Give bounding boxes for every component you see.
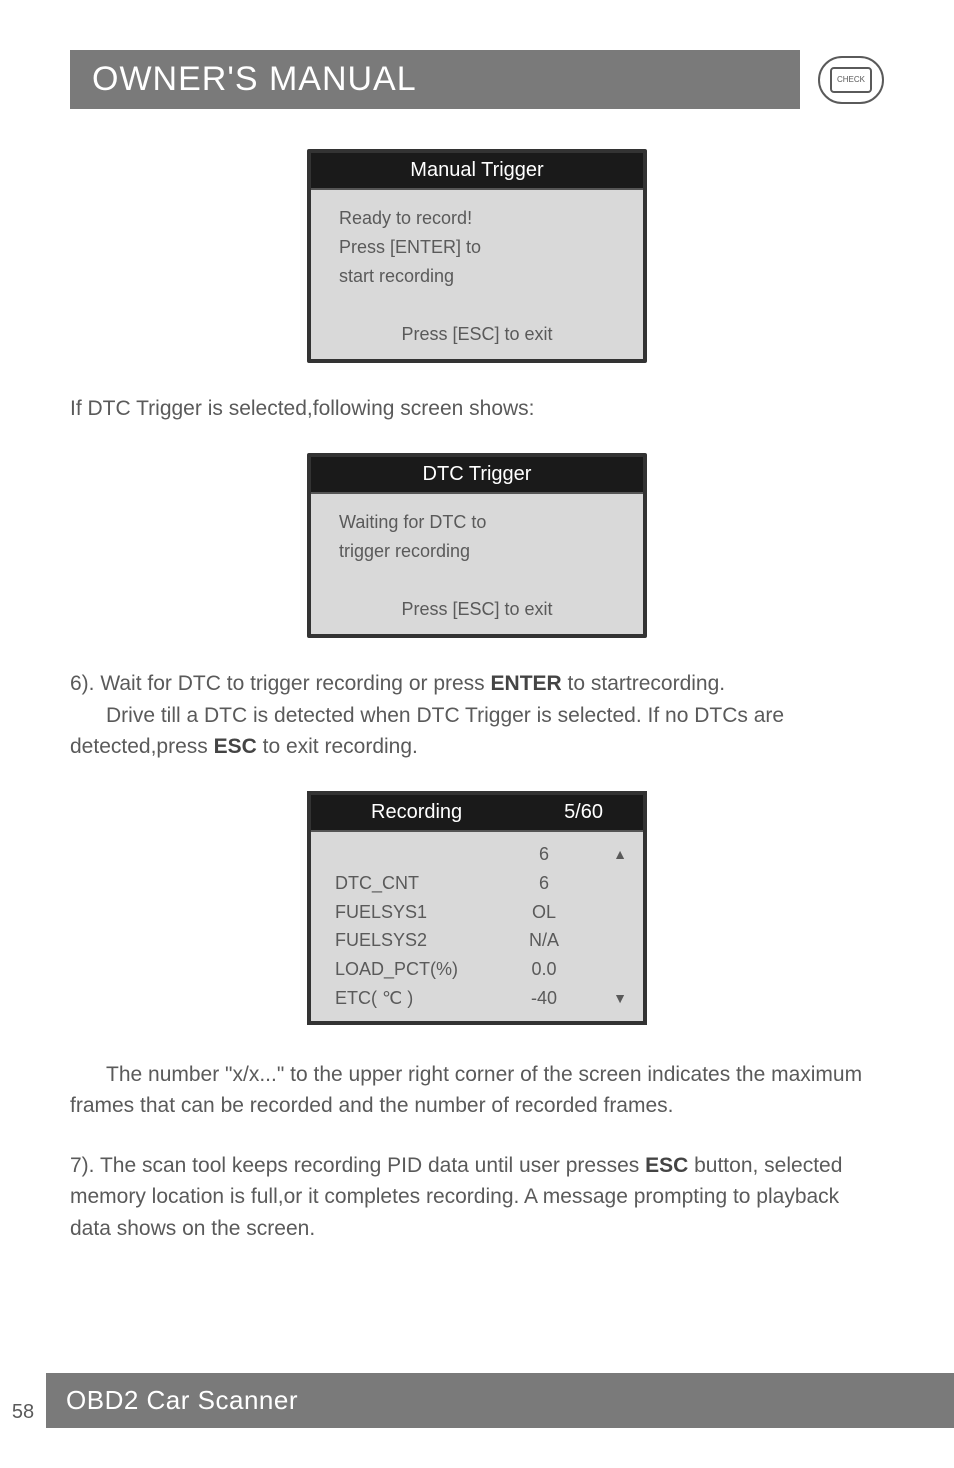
- table-row: ETC( ℃ ) -40 ▼: [335, 984, 627, 1013]
- row-value: 0.0: [485, 955, 603, 984]
- screen-line: trigger recording: [339, 537, 615, 566]
- screen-body: Waiting for DTC to trigger recording: [311, 494, 643, 584]
- recording-title: Recording: [371, 801, 462, 824]
- body-paragraph: 7). The scan tool keeps recording PID da…: [70, 1150, 884, 1245]
- table-row: DTC_CNT 6: [335, 869, 627, 898]
- manual-trigger-screen: Manual Trigger Ready to record! Press [E…: [307, 149, 647, 363]
- enter-key-label: ENTER: [491, 672, 562, 695]
- recording-screen: Recording 5/60 6 ▲ DTC_CNT 6 FUELSYS1 OL…: [307, 791, 647, 1025]
- screen-line: Ready to record!: [339, 204, 615, 233]
- up-arrow-icon: ▲: [603, 843, 627, 865]
- row-value: 6: [485, 869, 603, 898]
- text-span: to exit recording.: [257, 735, 418, 758]
- row-label: ETC( ℃ ): [335, 984, 485, 1013]
- text-span: to startrecording.: [562, 672, 725, 695]
- screen-line: Waiting for DTC to: [339, 508, 615, 537]
- text-span: 7). The scan tool keeps recording PID da…: [70, 1154, 645, 1177]
- row-label: DTC_CNT: [335, 869, 485, 898]
- row-value: OL: [485, 898, 603, 927]
- esc-key-label: ESC: [645, 1154, 688, 1177]
- screen-title: Manual Trigger: [311, 153, 643, 190]
- row-label: FUELSYS1: [335, 898, 485, 927]
- esc-key-label: ESC: [214, 735, 257, 758]
- body-paragraph: If DTC Trigger is selected,following scr…: [70, 393, 884, 425]
- screen-line: Press [ENTER] to: [339, 233, 615, 262]
- row-value: N/A: [485, 926, 603, 955]
- text-span: Drive till a DTC is detected when DTC Tr…: [70, 704, 784, 759]
- body-paragraph: The number "x/x..." to the upper right c…: [70, 1059, 884, 1122]
- screen-body: Ready to record! Press [ENTER] to start …: [311, 190, 643, 308]
- table-row: FUELSYS2 N/A: [335, 926, 627, 955]
- page-header: OWNER'S MANUAL CHECK: [70, 50, 884, 109]
- footer-title: OBD2 Car Scanner: [46, 1373, 954, 1428]
- row-value: -40: [485, 984, 603, 1013]
- row-value: 6: [485, 840, 603, 869]
- engine-icon-label: CHECK: [830, 67, 872, 93]
- screen-footer: Press [ESC] to exit: [311, 583, 643, 634]
- table-row: FUELSYS1 OL: [335, 898, 627, 927]
- row-label: LOAD_PCT(%): [335, 955, 485, 984]
- row-label: FUELSYS2: [335, 926, 485, 955]
- recording-counter: 5/60: [564, 801, 603, 824]
- screen-line: start recording: [339, 262, 615, 291]
- recording-body: 6 ▲ DTC_CNT 6 FUELSYS1 OL FUELSYS2 N/A L…: [311, 832, 643, 1021]
- dtc-trigger-screen: DTC Trigger Waiting for DTC to trigger r…: [307, 453, 647, 639]
- screen-title-row: Recording 5/60: [311, 795, 643, 832]
- page-number: 58: [0, 1401, 46, 1428]
- page-footer: 58 OBD2 Car Scanner: [0, 1373, 954, 1428]
- screen-footer: Press [ESC] to exit: [311, 308, 643, 359]
- body-paragraph: 6). Wait for DTC to trigger recording or…: [70, 668, 884, 763]
- manual-title: OWNER'S MANUAL: [70, 50, 800, 109]
- table-row: LOAD_PCT(%) 0.0: [335, 955, 627, 984]
- text-span: 6). Wait for DTC to trigger recording or…: [70, 672, 491, 695]
- down-arrow-icon: ▼: [603, 987, 627, 1009]
- screen-title: DTC Trigger: [311, 457, 643, 494]
- check-engine-icon: CHECK: [818, 56, 884, 104]
- table-row: 6 ▲: [335, 840, 627, 869]
